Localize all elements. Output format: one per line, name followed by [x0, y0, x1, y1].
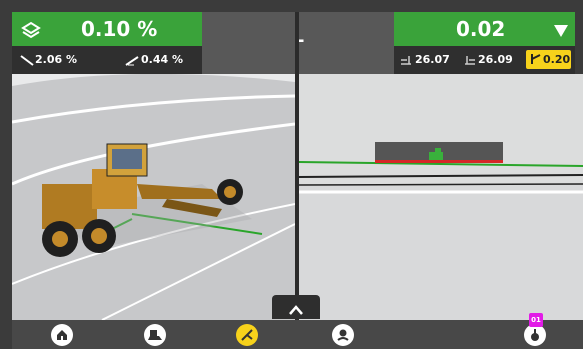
offset-icon — [530, 53, 542, 68]
cross-section-view[interactable] — [299, 74, 583, 320]
right-elev-icon — [464, 54, 476, 69]
slope-main-bar: 0.10 % — [12, 12, 202, 46]
offset-value: 0.20 — [543, 53, 571, 66]
offset-badge: 0.20 — [526, 50, 571, 69]
location-icon[interactable] — [332, 324, 354, 346]
elevation-main-bar[interactable]: 0.02 — [394, 12, 575, 46]
slope-detail-bar: 2.06 % 0.44 % — [12, 46, 202, 74]
elevation-detail-bar: 26.07 26.09 0.20 — [394, 46, 575, 74]
expand-handle[interactable] — [272, 295, 320, 319]
chevron-up-icon — [288, 301, 304, 320]
right-elevation: 26.09 — [478, 53, 513, 66]
left-elev-icon — [400, 54, 412, 69]
main-slope-value: 0.44 % — [141, 53, 183, 66]
home-icon[interactable] — [51, 324, 73, 346]
elevation-panel: 0.02 26.07 26.09 0.20 — [394, 12, 575, 74]
cross-slope-value: 2.06 % — [35, 53, 77, 66]
layers-icon — [20, 18, 42, 40]
left-elevation: 26.07 — [415, 53, 450, 66]
slope-main-value: 0.10 % — [81, 17, 158, 41]
main-slope-icon — [125, 53, 139, 70]
machine-icon[interactable] — [144, 324, 166, 346]
slope-panel: 0.10 % 2.06 % 0.44 % — [12, 12, 202, 74]
bottom-nav: 01 — [12, 313, 583, 349]
triangle-down-icon[interactable] — [554, 22, 568, 41]
cross-slope-icon — [20, 53, 34, 70]
tools-icon[interactable] — [236, 324, 258, 346]
machine-3d-view[interactable] — [12, 74, 295, 320]
elevation-main-value: 0.02 — [456, 17, 506, 41]
notification-badge: 01 — [529, 313, 543, 327]
measure-icon[interactable] — [524, 324, 546, 346]
